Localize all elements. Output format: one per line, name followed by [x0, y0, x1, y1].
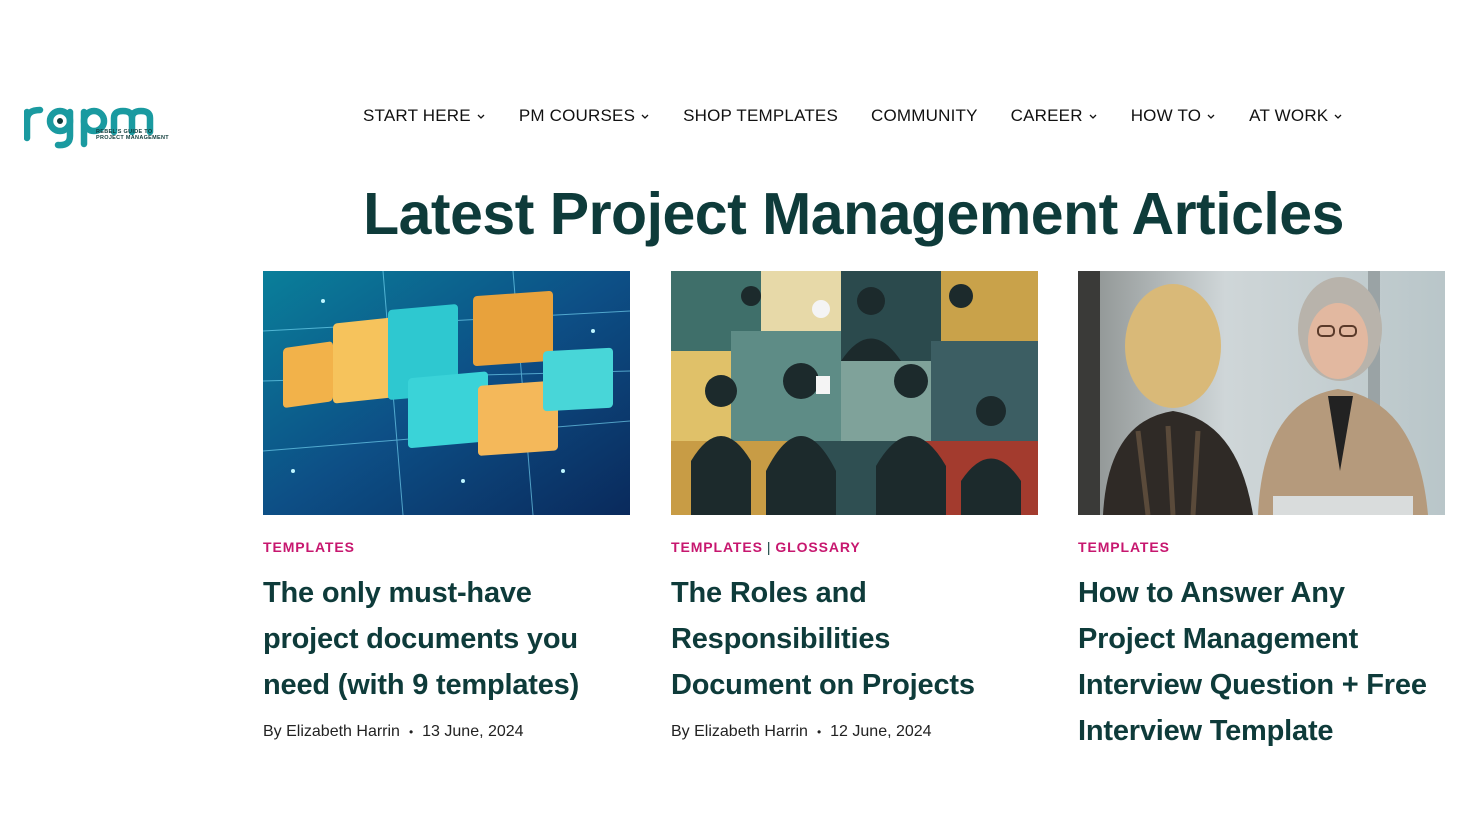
- nav-label: COMMUNITY: [871, 106, 978, 125]
- team-silhouettes-image: [671, 271, 1038, 515]
- category-separator: |: [766, 539, 772, 555]
- article-thumbnail-interview[interactable]: [1078, 271, 1445, 515]
- article-categories: TEMPLATES: [263, 539, 630, 557]
- by-label: By: [671, 723, 690, 740]
- category-link[interactable]: TEMPLATES: [1078, 539, 1170, 555]
- article-card: TEMPLATES | GLOSSARY The Roles and Respons…: [671, 271, 1038, 741]
- nav-label: START HERE: [363, 106, 471, 125]
- post-date: 13 June, 2024: [422, 723, 524, 740]
- by-label: By: [263, 723, 282, 740]
- category-link[interactable]: GLOSSARY: [775, 539, 860, 555]
- article-thumbnail-folders[interactable]: [263, 271, 630, 515]
- chevron-down-icon: [477, 114, 485, 119]
- logo-tagline: Rebel's Guide to Project Management: [96, 129, 169, 141]
- nav-career[interactable]: CAREER: [1011, 106, 1098, 126]
- article-title[interactable]: The Roles and Responsibilities Document …: [671, 570, 1038, 708]
- chevron-down-icon: [1207, 114, 1215, 119]
- chevron-down-icon: [1334, 114, 1342, 119]
- article-meta: By Elizabeth Harrin • 12 June, 2024: [671, 723, 1038, 741]
- site-header: Rebel's Guide to Project Management STAR…: [0, 0, 1475, 170]
- interview-photo-image: [1078, 271, 1445, 515]
- nav-start-here[interactable]: START HERE: [363, 106, 486, 126]
- article-categories: TEMPLATES | GLOSSARY: [671, 539, 1038, 557]
- meta-separator: •: [408, 725, 414, 739]
- nav-pm-courses[interactable]: PM COURSES: [519, 106, 650, 126]
- nav-at-work[interactable]: AT WORK: [1249, 106, 1343, 126]
- article-categories: TEMPLATES: [1078, 539, 1445, 557]
- folders-illustration-image: [263, 271, 630, 515]
- author-link[interactable]: Elizabeth Harrin: [286, 723, 400, 741]
- nav-label: PM COURSES: [518, 106, 636, 125]
- article-title[interactable]: The only must-have project documents you…: [263, 570, 630, 708]
- author-link[interactable]: Elizabeth Harrin: [694, 723, 808, 741]
- nav-how-to[interactable]: HOW TO: [1131, 106, 1216, 126]
- chevron-down-icon: [1089, 114, 1097, 119]
- category-link[interactable]: TEMPLATES: [263, 539, 355, 555]
- nav-shop-templates[interactable]: SHOP TEMPLATES: [683, 106, 838, 126]
- main-navigation: START HERE PM COURSES SHOP TEMPLATES COM…: [363, 103, 1343, 129]
- category-link[interactable]: TEMPLATES: [671, 539, 763, 555]
- page-title: Latest Project Management Articles: [363, 181, 1344, 247]
- post-date: 12 June, 2024: [830, 723, 932, 740]
- article-card: TEMPLATES The only must-have project doc…: [263, 271, 630, 741]
- article-thumbnail-team[interactable]: [671, 271, 1038, 515]
- chevron-down-icon: [641, 114, 649, 119]
- nav-label: AT WORK: [1249, 106, 1329, 125]
- nav-label: HOW TO: [1130, 106, 1202, 125]
- rgpm-logo-icon: [24, 106, 154, 149]
- meta-separator: •: [816, 725, 822, 739]
- article-meta: By Elizabeth Harrin • 13 June, 2024: [263, 723, 630, 741]
- article-title[interactable]: How to Answer Any Project Management Int…: [1078, 570, 1445, 754]
- nav-label: SHOP TEMPLATES: [683, 106, 839, 125]
- nav-label: CAREER: [1010, 106, 1083, 125]
- nav-community[interactable]: COMMUNITY: [871, 106, 978, 126]
- article-card: TEMPLATES How to Answer Any Project Mana…: [1078, 271, 1445, 754]
- site-logo[interactable]: Rebel's Guide to Project Management: [24, 94, 169, 150]
